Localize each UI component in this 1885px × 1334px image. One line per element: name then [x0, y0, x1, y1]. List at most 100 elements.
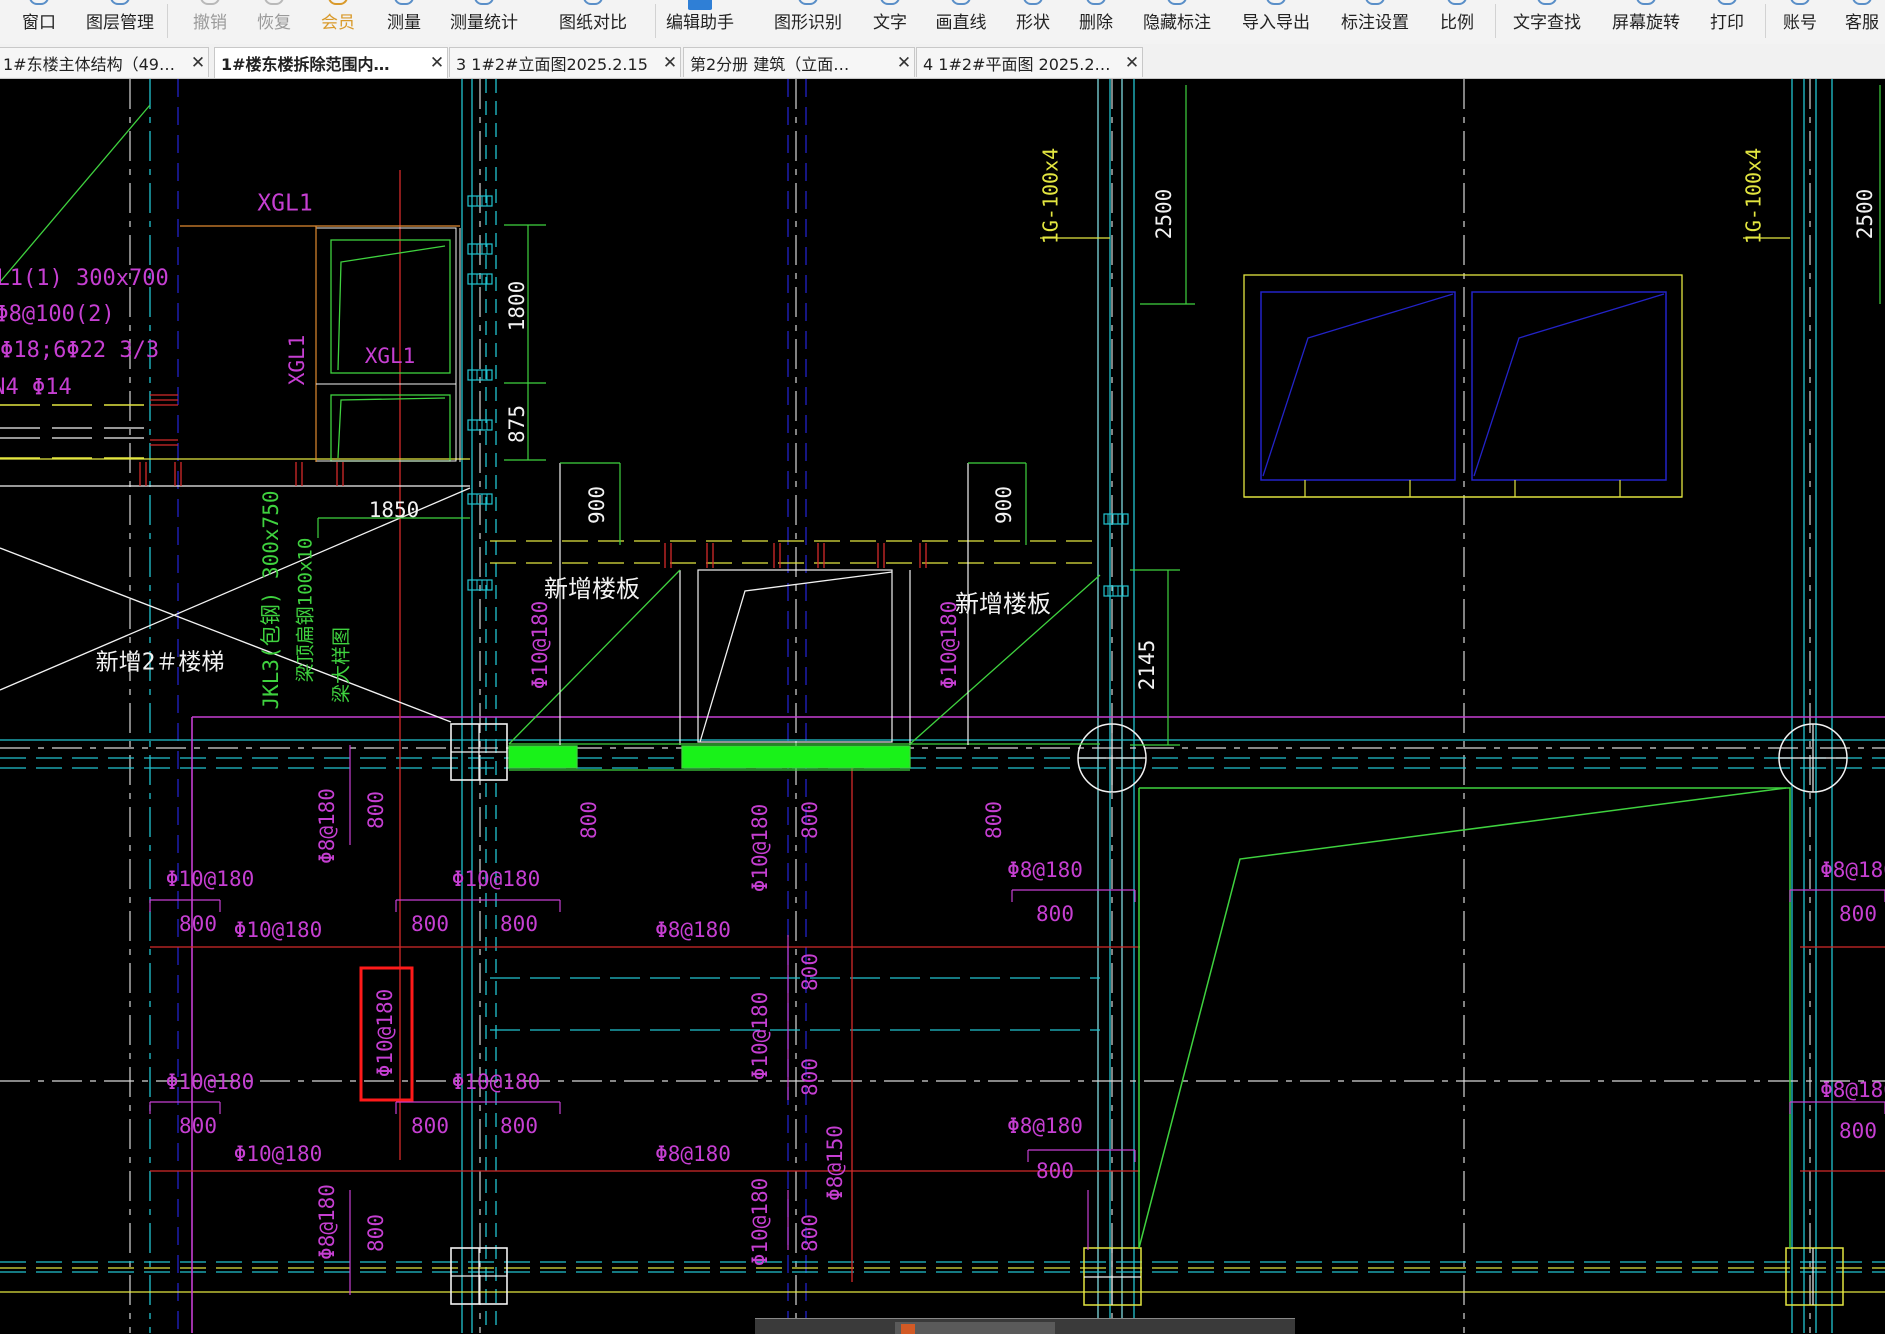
- toolbar-button-14[interactable]: 删除: [1070, 0, 1122, 44]
- rebar-length-label: 800: [798, 801, 822, 839]
- rebar-label: Φ8@180: [655, 918, 731, 942]
- rebar-length-label: 800: [500, 1114, 538, 1138]
- rebar-label: Φ10@180: [748, 804, 772, 893]
- toolbar-button-17[interactable]: 标注设置: [1329, 0, 1421, 44]
- toolbar-button-label: 画直线: [935, 13, 987, 33]
- toolbar-button-7[interactable]: 测量统计: [438, 0, 530, 44]
- cad-rect: [508, 745, 578, 769]
- beam-spec-label: 梁大样图: [331, 627, 353, 703]
- close-icon[interactable]: ✕: [427, 53, 447, 73]
- rebar-label: Φ10@180: [452, 1070, 541, 1094]
- toolbar-button-1[interactable]: 窗口: [15, 0, 63, 44]
- toolbar-icon: [1365, 0, 1385, 5]
- xgl1-label: XGL1: [365, 344, 416, 368]
- main-toolbar: 窗口 图层管理 撤销 恢复 会员 测量 测量统计 图纸对比 编辑助手 图形识别 文字 画直线 形状 删除 隐…: [0, 0, 1885, 45]
- status-chip[interactable]: [895, 1322, 1055, 1334]
- toolbar-icon: [29, 0, 49, 5]
- toolbar-button-12[interactable]: 画直线: [926, 0, 996, 44]
- toolbar-icon: [688, 0, 712, 10]
- toolbar-separator: [167, 4, 168, 38]
- toolbar-button-23[interactable]: 客服: [1838, 0, 1885, 44]
- cad-drawing-canvas[interactable]: XGL1 XGL1 XGL1 XL1(1) 300x700 Φ8@100(2) 3Φ18;…: [0, 79, 1885, 1333]
- document-tab-1[interactable]: 1#东楼主体结构（49… ✕: [0, 47, 209, 77]
- toolbar-button-label: 打印: [1710, 13, 1744, 33]
- toolbar-button-label: 撤销: [193, 13, 227, 33]
- toolbar-button-22[interactable]: 账号: [1774, 0, 1826, 44]
- toolbar-button-label: 图层管理: [86, 13, 154, 33]
- rebar-label: Φ8@180: [315, 788, 339, 864]
- dimension-label: 2145: [1135, 640, 1159, 691]
- beam-spec-label: 3Φ18;6Φ22 3/3: [0, 338, 159, 363]
- slab-label: 新增楼板: [544, 575, 640, 603]
- document-tab-2[interactable]: 1#楼东楼拆除范围内… ✕: [214, 47, 448, 78]
- beam-spec-label: 梁顶扁钢100x10: [295, 538, 317, 683]
- close-icon[interactable]: ✕: [1122, 53, 1142, 73]
- rebar-length-label: 800: [179, 1114, 217, 1138]
- toolbar-button-label: 比例: [1440, 13, 1474, 33]
- rebar-length-label: 800: [1036, 1159, 1074, 1183]
- document-tab-3[interactable]: 3 1#2#立面图2025.2.15 ✕: [449, 47, 681, 77]
- document-tab-4[interactable]: 第2分册 建筑（立面… ✕: [683, 47, 915, 77]
- toolbar-button-9[interactable]: 编辑助手: [654, 0, 746, 44]
- toolbar-icon: [951, 0, 971, 5]
- toolbar-icon: [798, 0, 818, 5]
- toolbar-button-label: 图形识别: [774, 13, 842, 33]
- toolbar-button-label: 标注设置: [1341, 13, 1409, 33]
- toolbar-button-15[interactable]: 隐藏标注: [1131, 0, 1223, 44]
- close-icon[interactable]: ✕: [660, 53, 680, 73]
- toolbar-button-4[interactable]: 恢复: [248, 0, 300, 44]
- toolbar-button-18[interactable]: 比例: [1431, 0, 1483, 44]
- rebar-label: Φ8@180: [315, 1184, 339, 1260]
- toolbar-button-11[interactable]: 文字: [864, 0, 916, 44]
- toolbar-icon: [328, 0, 348, 5]
- toolbar-icon: [1266, 0, 1286, 5]
- rebar-length-label: 800: [500, 912, 538, 936]
- toolbar-icon: [1447, 0, 1467, 5]
- toolbar-button-6[interactable]: 测量: [378, 0, 430, 44]
- toolbar-icon: [394, 0, 414, 5]
- toolbar-button-16[interactable]: 导入导出: [1230, 0, 1322, 44]
- toolbar-button-13[interactable]: 形状: [1007, 0, 1059, 44]
- toolbar-button-label: 文字: [873, 13, 907, 33]
- toolbar-button-21[interactable]: 打印: [1701, 0, 1753, 44]
- toolbar-icon: [200, 0, 220, 5]
- tab-label: 4 1#2#平面图 2025.2…: [923, 54, 1111, 74]
- close-icon[interactable]: ✕: [188, 53, 208, 73]
- document-tab-5[interactable]: 4 1#2#平面图 2025.2… ✕: [916, 47, 1143, 77]
- rebar-length-label: 800: [1839, 902, 1877, 926]
- rebar-label: Φ10@180: [937, 601, 961, 690]
- rebar-label: Φ10@180: [748, 1178, 772, 1267]
- toolbar-button-label: 账号: [1783, 13, 1817, 33]
- beam-spec-label: Φ8@100(2): [0, 302, 115, 327]
- rebar-length-label: 800: [179, 912, 217, 936]
- toolbar-button-8[interactable]: 图纸对比: [547, 0, 639, 44]
- toolbar-button-19[interactable]: 文字查找: [1501, 0, 1593, 44]
- tab-label: 第2分册 建筑（立面…: [690, 54, 850, 74]
- rebar-length-label: 800: [364, 1214, 388, 1252]
- toolbar-button-label: 客服: [1845, 13, 1879, 33]
- toolbar-icon: [474, 0, 494, 5]
- close-icon[interactable]: ✕: [894, 53, 914, 73]
- toolbar-icon: [1023, 0, 1043, 5]
- dimension-label: 875: [505, 405, 529, 443]
- rebar-length-label: 800: [577, 801, 601, 839]
- toolbar-button-label: 删除: [1079, 13, 1113, 33]
- toolbar-button-3[interactable]: 撤销: [184, 0, 236, 44]
- toolbar-button-5[interactable]: 会员: [312, 0, 364, 44]
- toolbar-button-20[interactable]: 屏幕旋转: [1600, 0, 1692, 44]
- toolbar-separator: [1765, 4, 1766, 38]
- toolbar-button-2[interactable]: 图层管理: [75, 0, 165, 44]
- toolbar-icon: [1537, 0, 1557, 5]
- dimension-label: 900: [585, 486, 609, 524]
- toolbar-button-10[interactable]: 图形识别: [762, 0, 854, 44]
- toolbar-icon: [1717, 0, 1737, 5]
- toolbar-icon: [1790, 0, 1810, 5]
- rebar-label: Φ10@180: [528, 601, 552, 690]
- rebar-label: Φ8@150: [823, 1125, 847, 1201]
- toolbar-icon: [110, 0, 130, 5]
- rebar-length-label: 800: [411, 912, 449, 936]
- toolbar-icon: [1167, 0, 1187, 5]
- dimension-label: 2500: [1853, 189, 1877, 240]
- toolbar-icon: [880, 0, 900, 5]
- dimension-label: 1850: [369, 498, 420, 522]
